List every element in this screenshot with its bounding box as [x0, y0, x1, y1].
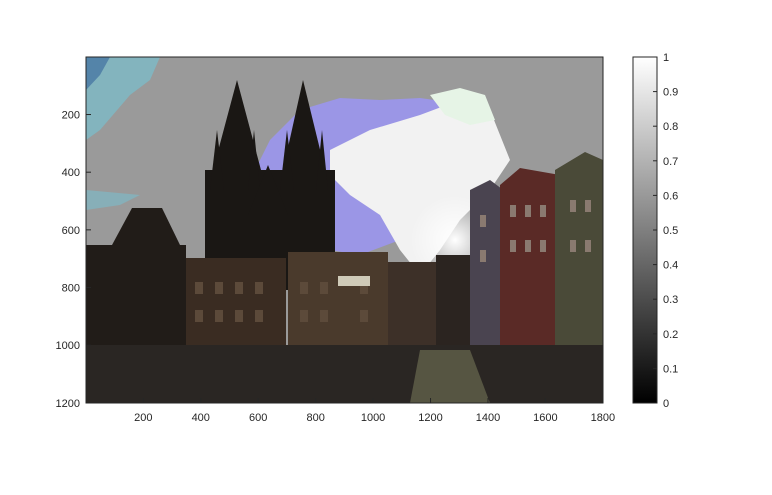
y-tick-label: 800	[62, 283, 80, 295]
colorbar-tick-label: 0.6	[663, 190, 678, 202]
image-display	[86, 57, 603, 403]
y-tick-label: 200	[62, 110, 80, 122]
x-tick-label: 1800	[591, 412, 615, 424]
center-buildings	[186, 252, 438, 350]
x-tick-label: 1200	[418, 412, 442, 424]
y-tick-label: 1200	[56, 398, 80, 410]
x-tick-label: 1400	[476, 412, 500, 424]
colorbar-tick-label: 0.9	[663, 87, 678, 99]
colorbar-tick-label: 0.8	[663, 121, 678, 133]
colorbar-tick-label: 0.7	[663, 156, 678, 168]
y-tick-label: 1000	[56, 340, 80, 352]
x-tick-label: 1000	[361, 412, 385, 424]
x-tick-label: 800	[306, 412, 324, 424]
x-tick-label: 200	[134, 412, 152, 424]
square-ground	[86, 345, 603, 403]
colorbar-tick-label: 1	[663, 52, 669, 64]
x-tick-label: 400	[192, 412, 210, 424]
colorbar-tick-label: 0.3	[663, 294, 678, 306]
colorbar-tick-label: 0	[663, 398, 669, 410]
colorbar-tick-label: 0.5	[663, 225, 678, 237]
colorbar-tick-label: 0.4	[663, 260, 678, 272]
figure: 200 400 600 800 1000 1200 1400 1600 1800 2004006…	[56, 52, 679, 424]
y-tick-label: 400	[62, 167, 80, 179]
y-tick-label: 600	[62, 225, 80, 237]
x-tick-label: 1600	[533, 412, 557, 424]
colorbar-tick-label: 0.2	[663, 329, 678, 341]
colorbar-tick-label: 0.1	[663, 363, 678, 375]
x-tick-label: 600	[249, 412, 267, 424]
